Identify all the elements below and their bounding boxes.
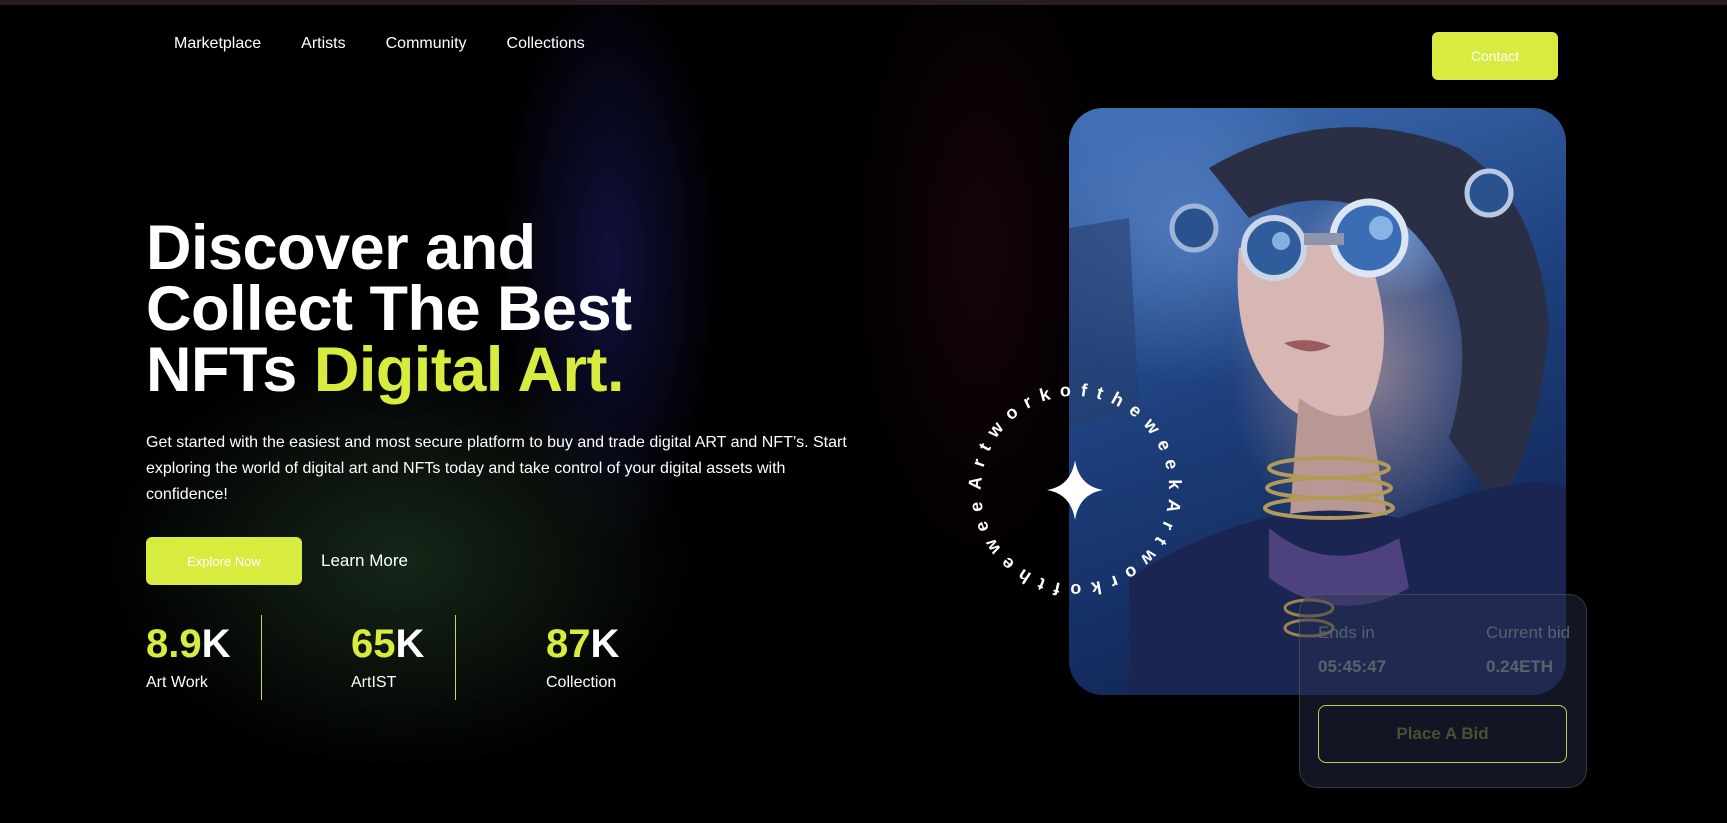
stat-label: Art Work xyxy=(146,674,208,691)
contact-button[interactable]: Contact xyxy=(1432,32,1558,80)
ends-in-label: Ends in xyxy=(1318,623,1375,642)
stat-number: 87 xyxy=(546,622,591,666)
stat-suffix: K xyxy=(590,622,620,666)
stat-artwork: 8.9K Art Work xyxy=(146,620,231,692)
nav-community[interactable]: Community xyxy=(386,35,467,53)
hero-description: Get started with the easiest and most se… xyxy=(146,434,847,503)
headline-line-3: NFTs Digital Art. xyxy=(146,339,632,402)
four-point-star-icon xyxy=(1047,460,1103,520)
stat-value: 87K xyxy=(546,620,619,668)
nav-collections[interactable]: Collections xyxy=(507,35,585,53)
stat-divider xyxy=(455,615,456,700)
explore-now-button[interactable]: Explore Now xyxy=(146,537,302,585)
ring-text-path: ArtworkoftheweekArtworkoftheweek xyxy=(945,360,1176,600)
landing-page: Marketplace Artists Community Collection… xyxy=(0,0,1727,823)
bid-panel: Ends in Current bid 05:45:47 0.24ETH Pla… xyxy=(1299,594,1587,788)
stat-divider xyxy=(261,615,262,700)
badge-ring-text: ArtworkoftheweekArtworkoftheweek xyxy=(945,360,1185,600)
stat-number: 8.9 xyxy=(146,622,202,666)
nav-marketplace[interactable]: Marketplace xyxy=(174,35,261,53)
ends-in-value: 05:45:47 xyxy=(1318,657,1387,676)
stat-label: Collection xyxy=(546,674,617,691)
headline-accent: Digital Art. xyxy=(313,335,625,405)
stat-label: ArtIST xyxy=(351,674,397,691)
hero-headline: Discover and Collect The Best NFTs Digit… xyxy=(146,213,632,402)
artwork-of-the-week-badge: ArtworkoftheweekArtworkoftheweek xyxy=(945,360,1185,600)
stat-value: 65K xyxy=(351,620,424,668)
stat-suffix: K xyxy=(201,622,231,666)
stat-value: 8.9K xyxy=(146,620,231,668)
headline-line-1: Discover and xyxy=(146,213,536,283)
place-bid-button[interactable]: Place A Bid xyxy=(1318,705,1567,763)
stat-artist: 65K ArtIST xyxy=(351,620,424,692)
top-border xyxy=(0,0,1727,5)
learn-more-link[interactable]: Learn More xyxy=(321,551,408,571)
main-nav: Marketplace Artists Community Collection… xyxy=(174,35,585,53)
stat-number: 65 xyxy=(351,622,396,666)
stat-suffix: K xyxy=(395,622,425,666)
headline-line-2: Collect The Best xyxy=(146,274,632,344)
nav-artists[interactable]: Artists xyxy=(301,35,345,53)
current-bid-value: 0.24ETH xyxy=(1486,657,1554,676)
current-bid-label: Current bid xyxy=(1486,623,1571,642)
stat-collection: 87K Collection xyxy=(546,620,619,692)
headline-plain: NFTs xyxy=(146,335,314,405)
